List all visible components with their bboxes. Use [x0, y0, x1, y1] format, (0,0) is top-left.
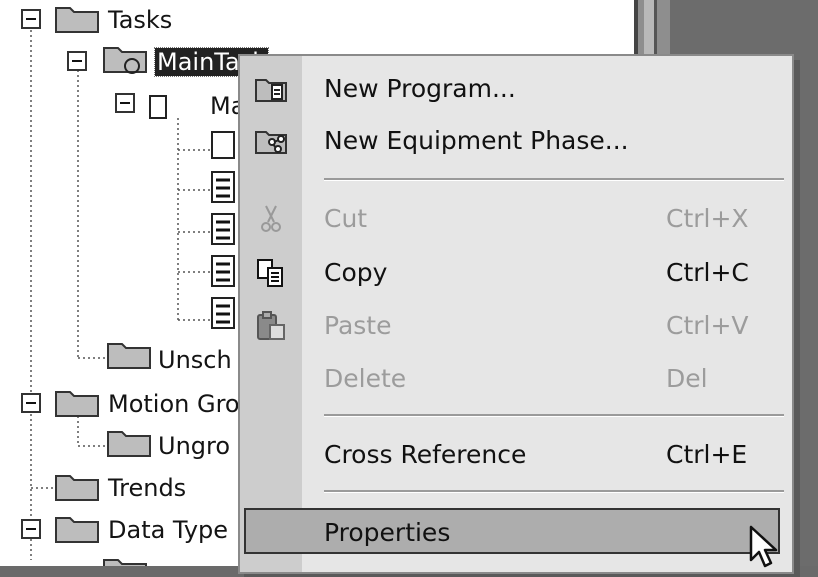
menu-item-new-program[interactable]: New Program...: [240, 66, 792, 112]
menu-item-paste[interactable]: Paste Ctrl+V: [240, 303, 792, 349]
menu-item-shortcut: Ctrl+C: [666, 258, 749, 287]
menu-separator: [324, 490, 784, 493]
tree-item-unscheduled[interactable]: Unsch: [158, 346, 232, 374]
mouse-cursor-icon: [749, 525, 778, 568]
menu-item-shortcut: Ctrl+V: [666, 311, 749, 340]
menu-item-delete[interactable]: Delete Del: [240, 356, 792, 402]
menu-item-shortcut: Ctrl+E: [666, 440, 748, 469]
context-menu: New Program... New Equipment Phase... Cu…: [238, 54, 794, 574]
menu-item-label: Cross Reference: [324, 440, 527, 469]
menu-item-shortcut: Del: [666, 364, 708, 393]
menu-separator: [324, 178, 784, 181]
menu-item-label: Properties: [324, 518, 451, 547]
cut-icon: [261, 205, 281, 232]
paste-icon: [257, 311, 285, 340]
menu-item-label: Paste: [324, 311, 392, 340]
tree-item-tasks[interactable]: Tasks: [108, 6, 172, 34]
menu-item-label: New Equipment Phase...: [324, 126, 629, 155]
menu-item-cross-reference[interactable]: Cross Reference Ctrl+E: [240, 432, 792, 478]
menu-item-label: Cut: [324, 204, 368, 233]
menu-item-label: New Program...: [324, 74, 516, 103]
tree-item-ungrouped[interactable]: Ungro: [158, 432, 230, 460]
menu-item-properties[interactable]: Properties: [244, 508, 780, 554]
new-phase-icon: [255, 131, 287, 154]
menu-item-label: Delete: [324, 364, 407, 393]
tree-item-motion-groups[interactable]: Motion Gro: [108, 390, 240, 418]
new-program-icon: [255, 79, 287, 102]
menu-item-label: Copy: [324, 258, 388, 287]
copy-icon: [257, 259, 283, 287]
menu-item-cut[interactable]: Cut Ctrl+X: [240, 196, 792, 242]
menu-item-shortcut: Ctrl+X: [666, 204, 749, 233]
menu-item-copy[interactable]: Copy Ctrl+C: [240, 250, 792, 296]
menu-item-new-equipment-phase[interactable]: New Equipment Phase...: [240, 118, 792, 164]
tree-item-trends[interactable]: Trends: [108, 474, 186, 502]
tree-item-data-types[interactable]: Data Type: [108, 516, 228, 544]
menu-separator: [324, 414, 784, 417]
